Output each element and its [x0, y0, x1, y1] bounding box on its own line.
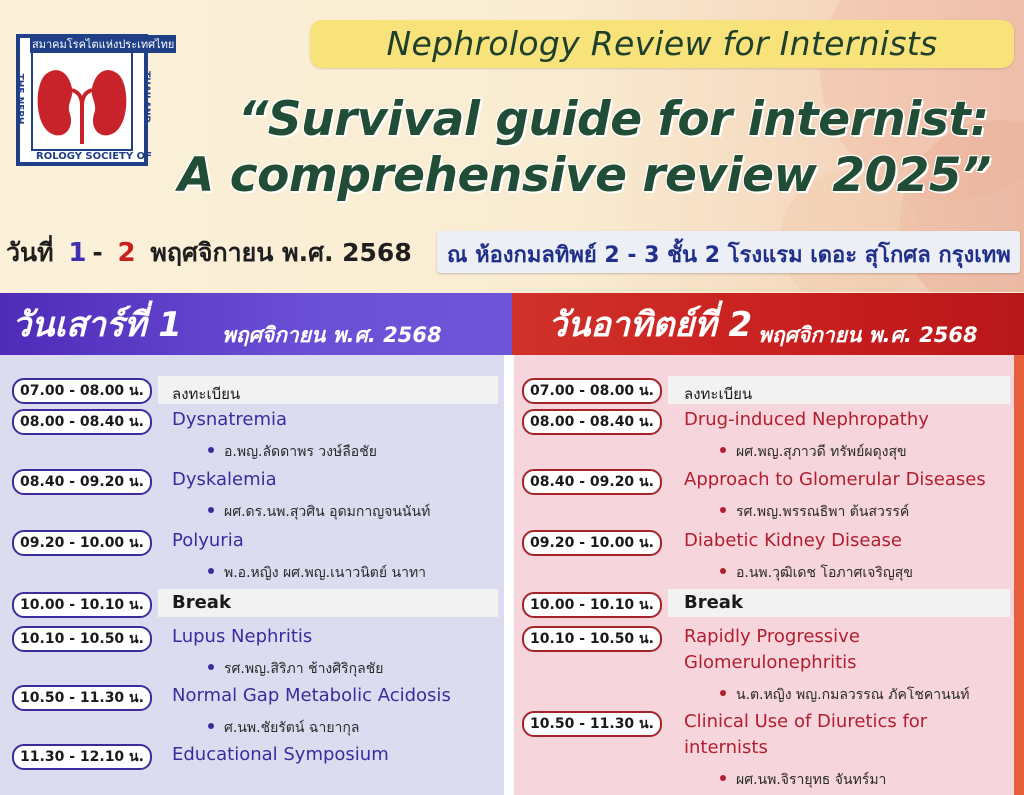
time-pill: 09.20 - 10.00 น. [522, 530, 662, 556]
day1-header: วันเสาร์ที่ 1 พฤศจิกายน พ.ศ. 2568 [0, 293, 512, 355]
session-topic: Break [684, 592, 743, 613]
session-speaker: อ.นพ.วุฒิเดช โอภาศเจริญสุข [720, 562, 913, 584]
session-speaker: น.ต.หญิง พญ.กมลวรรณ ภัคโชคานนท์ [720, 684, 969, 706]
bullet-icon [208, 664, 214, 670]
speaker-name: ผศ.พญ.สุภาวดี ทรัพย์ผดุงสุข [736, 444, 907, 460]
time-pill: 10.00 - 10.10 น. [522, 592, 662, 618]
session-topic: ลงทะเบียน [172, 385, 241, 403]
session-topic-line1: Rapidly Progressive [684, 626, 860, 647]
bullet-icon [720, 447, 726, 453]
panel-divider [504, 355, 514, 795]
speaker-name: อ.พญ.ลัดดาพร วงษ์ลือชัย [224, 444, 377, 460]
speaker-name: รศ.พญ.พรรณธิพา ต้นสวรรค์ [736, 504, 910, 520]
time-pill: 08.40 - 09.20 น. [12, 469, 152, 495]
session-speaker: รศ.พญ.สิริภา ช้างศิริกุลชัย [208, 658, 383, 680]
day1-name: วันเสาร์ที่ 1 [12, 305, 182, 345]
bullet-icon [208, 568, 214, 574]
session-topic: Educational Symposium [172, 744, 389, 765]
time-pill: 08.00 - 08.40 น. [12, 409, 152, 435]
venue-box: ณ ห้องกมลทิพย์ 2 - 3 ชั้น 2 โรงแรม เดอะ … [437, 231, 1020, 273]
date-separator: - [92, 238, 103, 267]
date-suffix: พฤศจิกายน พ.ศ. 2568 [150, 238, 412, 267]
header-banner: สมาคมโรคไตแห่งประเทศไทย THE NEPH ROLOGY … [0, 0, 1024, 292]
session-topic-line2: Glomerulonephritis [684, 652, 857, 673]
session-topic: Approach to Glomerular Diseases [684, 469, 986, 490]
logo-ring-text-top: สมาคมโรคไตแห่งประเทศไทย [30, 35, 177, 53]
session-topic: Dysnatremia [172, 409, 288, 430]
venue-text: ณ ห้องกมลทิพย์ 2 - 3 ชั้น 2 โรงแรม เดอะ … [447, 243, 1011, 268]
session-topic: ลงทะเบียน [684, 385, 753, 403]
time-pill: 10.10 - 10.50 น. [12, 626, 152, 652]
time-pill: 11.30 - 12.10 น. [12, 744, 152, 770]
session-speaker: อ.พญ.ลัดดาพร วงษ์ลือชัย [208, 441, 377, 463]
session-topic: Drug-induced Nephropathy [684, 409, 929, 430]
session-speaker: รศ.พญ.พรรณธิพา ต้นสวรรค์ [720, 501, 909, 523]
speaker-name: อ.นพ.วุฒิเดช โอภาศเจริญสุข [736, 565, 913, 581]
date-prefix: วันที่ [6, 238, 54, 267]
speaker-name: รศ.พญ.สิริภา ช้างศิริกุลชัย [224, 661, 384, 677]
session-speaker: ศ.นพ.ชัยรัตน์ ฉายากุล [208, 717, 359, 739]
time-pill: 10.50 - 11.30 น. [522, 711, 662, 737]
series-title: Nephrology Review for Internists [386, 24, 938, 63]
time-pill: 10.00 - 10.10 น. [12, 592, 152, 618]
day1-month: พฤศจิกายน พ.ศ. 2568 [222, 323, 442, 347]
speaker-name: ผศ.นพ.จิรายุทธ จันทร์มา [736, 772, 887, 788]
time-pill: 10.10 - 10.50 น. [522, 626, 662, 652]
time-pill: 09.20 - 10.00 น. [12, 530, 152, 556]
speaker-name: น.ต.หญิง พญ.กมลวรรณ ภัคโชคานนท์ [736, 687, 970, 703]
session-topic-line1: Clinical Use of Diuretics for [684, 711, 928, 732]
session-topic: Polyuria [172, 530, 244, 551]
day2-month: พฤศจิกายน พ.ศ. 2568 [758, 323, 978, 347]
time-pill: 08.00 - 08.40 น. [522, 409, 662, 435]
bullet-icon [720, 690, 726, 696]
time-pill: 07.00 - 08.00 น. [522, 378, 662, 404]
main-title-line1: “Survival guide for internist: [238, 92, 989, 147]
session-topic-line2: internists [684, 737, 768, 758]
session-speaker: พ.อ.หญิง ผศ.พญ.เนาวนิตย์ นาทา [208, 562, 426, 584]
nephrology-society-logo: สมาคมโรคไตแห่งประเทศไทย THE NEPH ROLOGY … [14, 34, 177, 166]
speaker-name: พ.อ.หญิง ผศ.พญ.เนาวนิตย์ นาทา [224, 565, 427, 581]
logo-ring-text-bottom: ROLOGY SOCIETY OF [36, 151, 152, 162]
bullet-icon [720, 775, 726, 781]
right-edge-stripe [1014, 355, 1024, 795]
session-topic: Break [172, 592, 231, 613]
speaker-name: ผศ.ดร.นพ.สุวศิน อุดมกาญจนนันท์ [224, 504, 431, 520]
event-date: วันที่ 1- 2 พฤศจิกายน พ.ศ. 2568 [6, 233, 412, 273]
session-speaker: ผศ.ดร.นพ.สุวศิน อุดมกาญจนนันท์ [208, 501, 430, 523]
bullet-icon [208, 447, 214, 453]
time-pill: 07.00 - 08.00 น. [12, 378, 152, 404]
time-pill: 08.40 - 09.20 น. [522, 469, 662, 495]
session-topic: Dyskalemia [172, 469, 277, 490]
session-speaker: ผศ.พญ.สุภาวดี ทรัพย์ผดุงสุข [720, 441, 907, 463]
speaker-name: ศ.นพ.ชัยรัตน์ ฉายากุล [224, 720, 360, 736]
session-topic: Diabetic Kidney Disease [684, 530, 902, 551]
series-title-banner: Nephrology Review for Internists [310, 20, 1014, 68]
day2-name: วันอาทิตย์ที่ 2 [548, 305, 753, 345]
date-day1: 1 [68, 238, 87, 268]
time-pill: 10.50 - 11.30 น. [12, 685, 152, 711]
session-topic: Normal Gap Metabolic Acidosis [172, 685, 451, 706]
bullet-icon [208, 723, 214, 729]
session-topic: Lupus Nephritis [172, 626, 313, 647]
logo-ring-text-right: THAILAND [140, 71, 151, 123]
logo-ring-text-left: THE NEPH [14, 73, 25, 125]
bullet-icon [720, 568, 726, 574]
date-day2: 2 [117, 238, 136, 268]
bullet-icon [208, 507, 214, 513]
day2-header: วันอาทิตย์ที่ 2 พฤศจิกายน พ.ศ. 2568 [512, 293, 1024, 355]
session-speaker: ผศ.นพ.จิรายุทธ จันทร์มา [720, 769, 886, 791]
bullet-icon [720, 507, 726, 513]
main-title-line2: A comprehensive review 2025” [178, 148, 991, 203]
